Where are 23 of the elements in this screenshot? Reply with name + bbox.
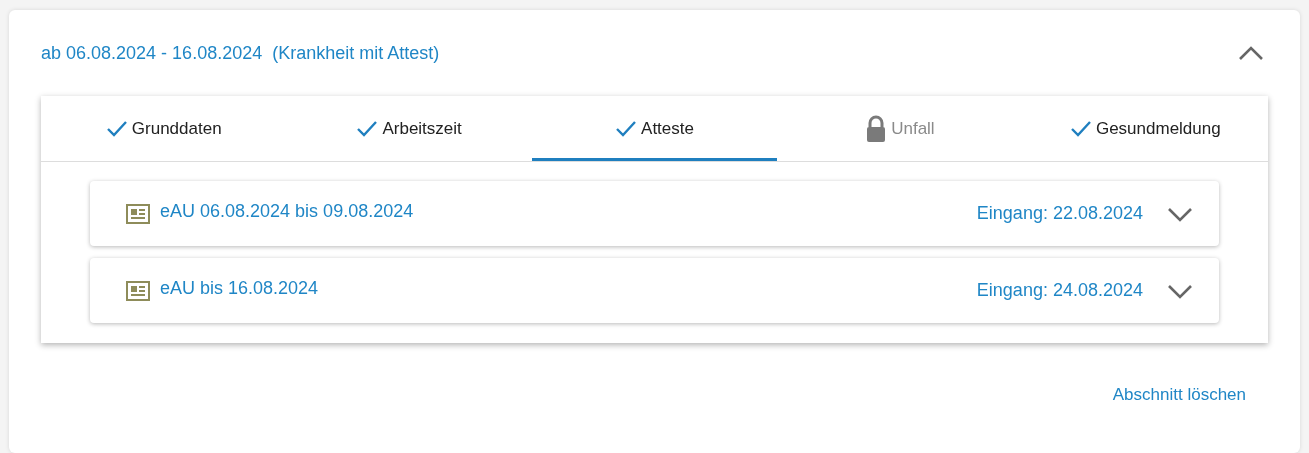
collapse-icon[interactable] — [1238, 45, 1264, 61]
certificate-title: eAU bis 16.08.2024 — [160, 278, 320, 299]
checkmark-icon — [1069, 119, 1092, 138]
tab[interactable]: Unfall — [777, 96, 1023, 161]
certificate-row[interactable]: eAU 06.08.2024 bis 09.08.2024 Eingang: 22.08.2024 — [90, 181, 1219, 246]
document-icon — [126, 203, 150, 224]
checkmark-icon — [615, 119, 638, 138]
checkmark-icon — [356, 119, 379, 138]
tab[interactable]: Gesundmeldung — [1022, 96, 1269, 161]
tab[interactable]: Atteste — [531, 96, 778, 161]
certificate-row[interactable]: eAU bis 16.08.2024 Eingang: 24.08.2024 — [90, 258, 1219, 323]
certificate-title: eAU 06.08.2024 bis 09.08.2024 — [160, 201, 415, 222]
document-icon — [126, 280, 150, 301]
tab[interactable]: Arbeitszeit — [286, 96, 532, 161]
received-date: Eingang: 24.08.2024 — [976, 280, 1143, 301]
delete-link[interactable]: Abschnitt löschen — [1112, 385, 1246, 405]
lock-icon — [865, 114, 888, 143]
checkmark-icon — [105, 119, 128, 138]
expand-icon[interactable] — [1167, 205, 1193, 222]
section-title[interactable]: ab 06.08.2024 - 16.08.2024 (Krankheit mit Attest) — [41, 42, 440, 64]
received-date: Eingang: 22.08.2024 — [976, 203, 1143, 224]
expand-icon[interactable] — [1167, 282, 1193, 299]
tab[interactable]: Grunddaten — [41, 96, 287, 161]
